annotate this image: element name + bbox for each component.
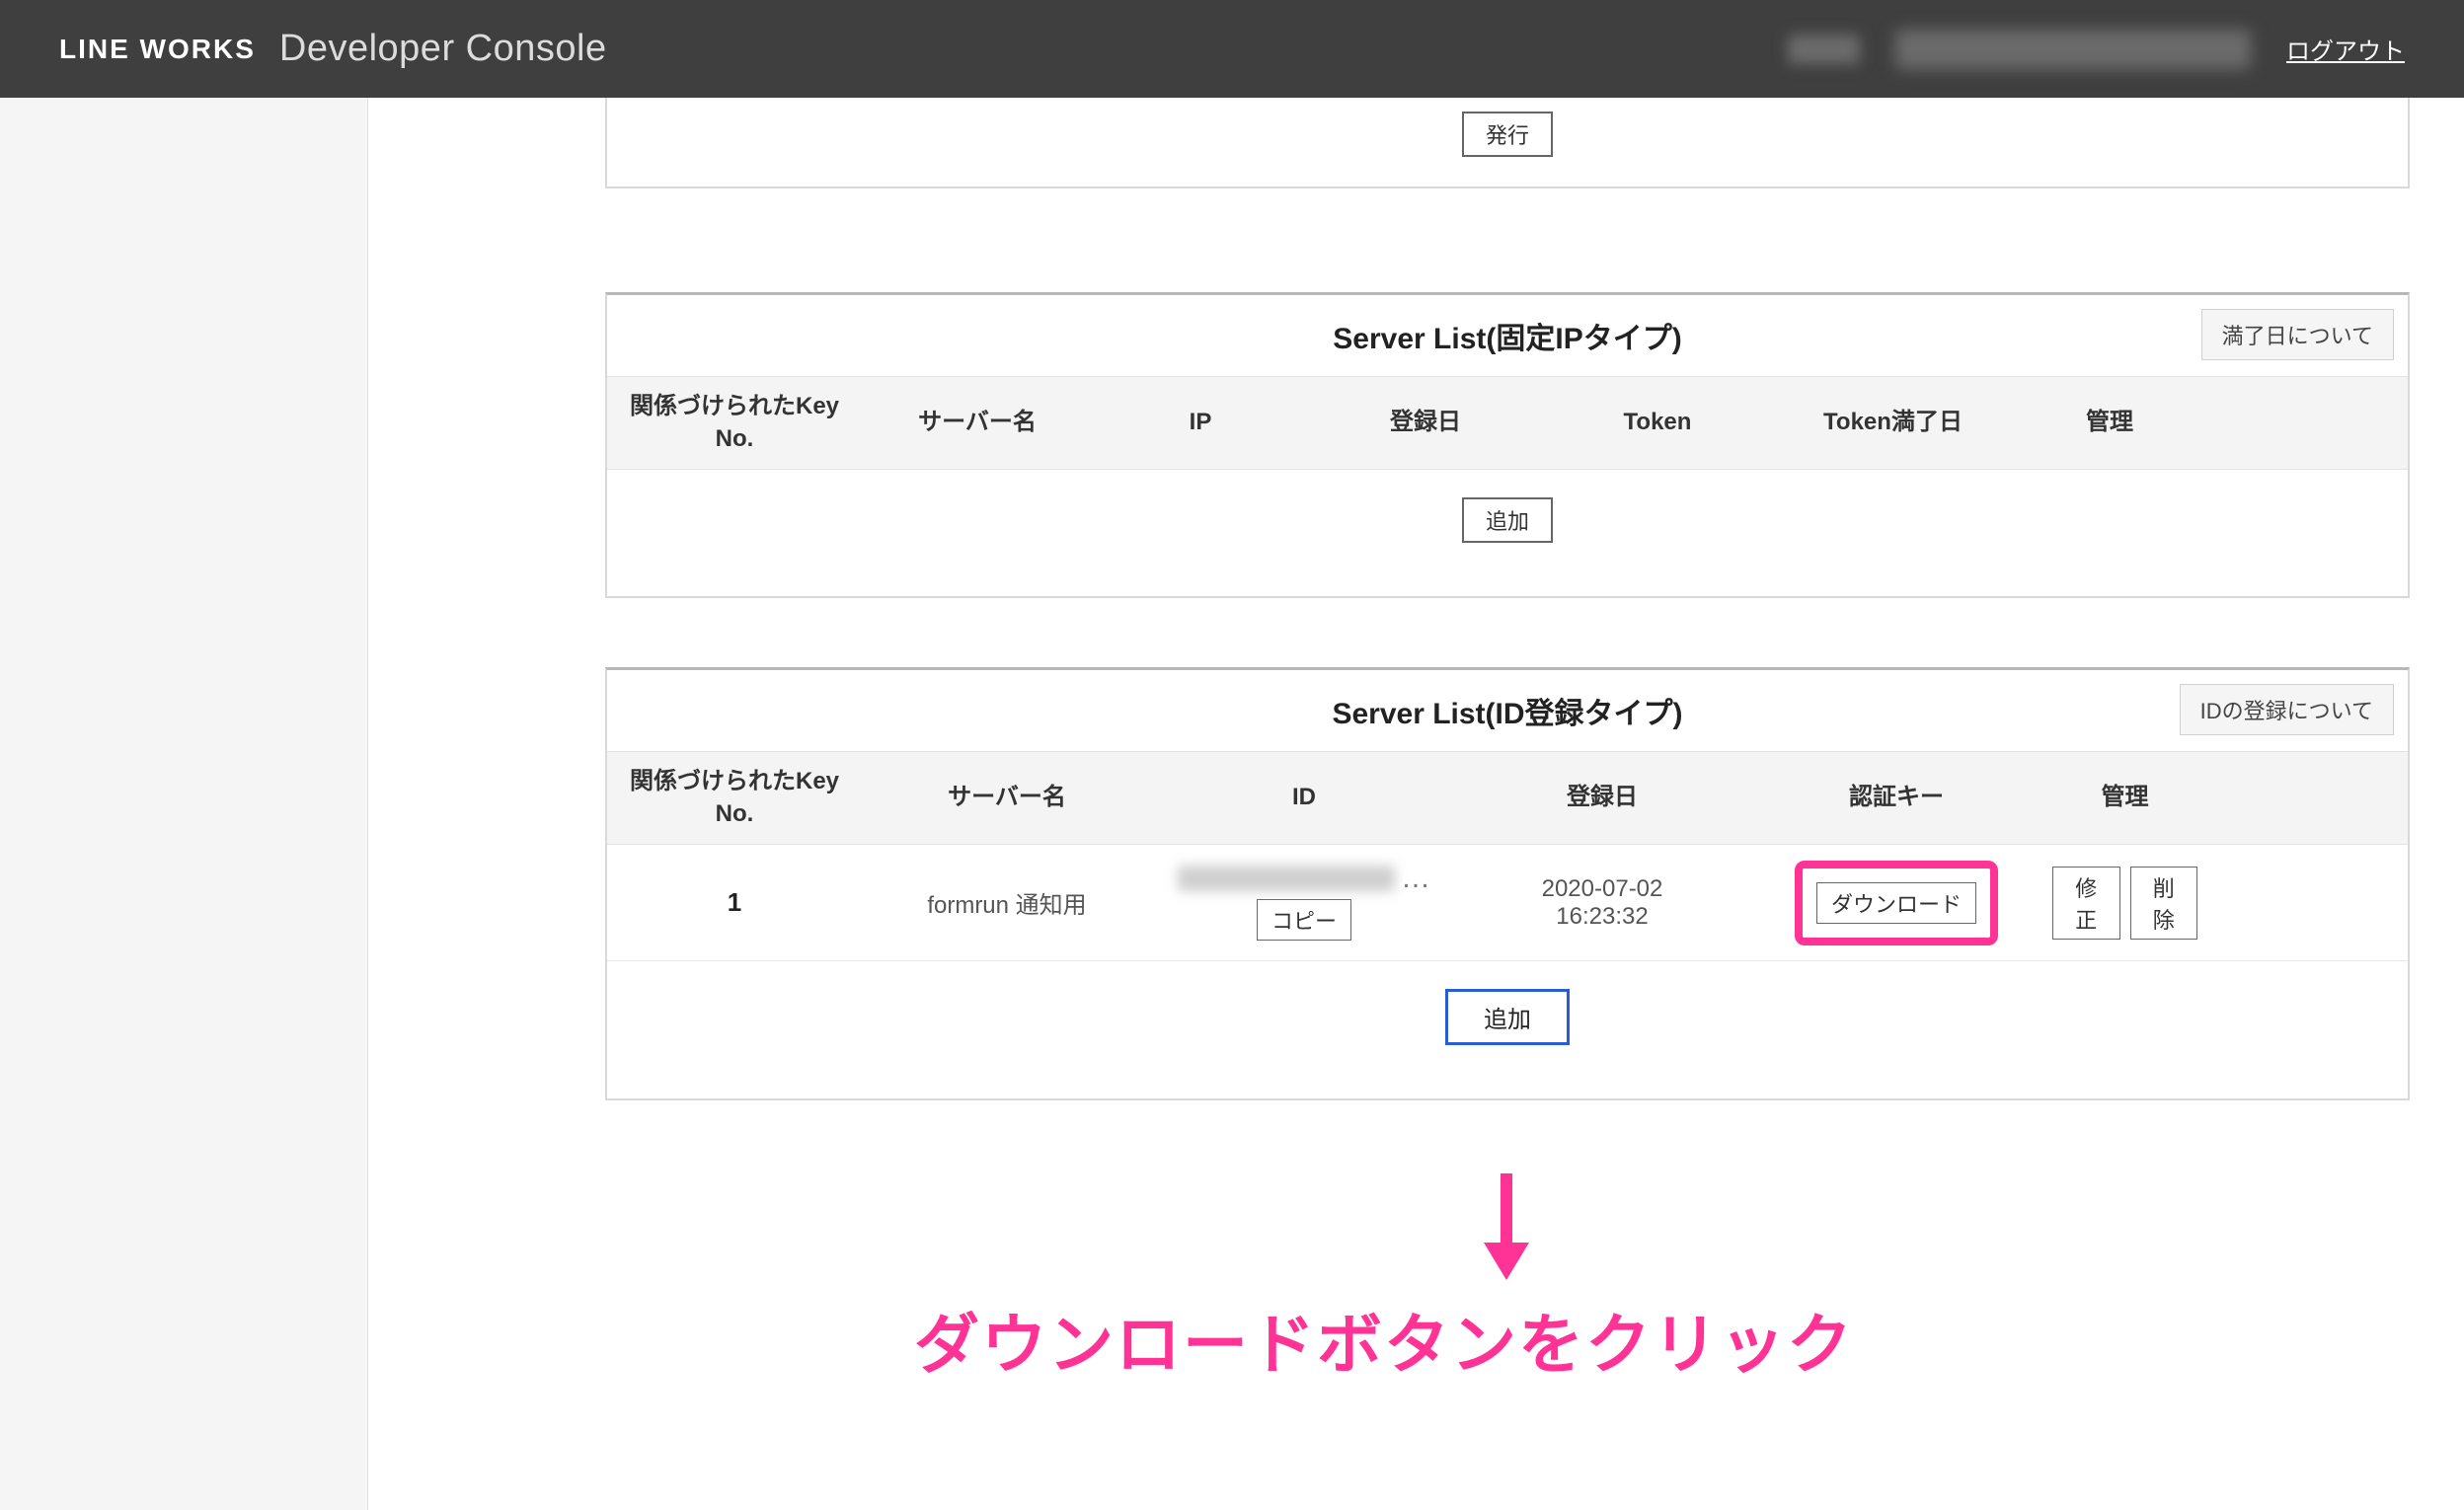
col-ip-header: IP	[1093, 407, 1308, 438]
delete-button[interactable]: 削除	[2130, 867, 2198, 940]
idreg-card-header: Server List(ID登録タイプ) IDの登録について	[607, 670, 2408, 751]
issue-card: 発行	[605, 98, 2410, 189]
annotation-text: ダウンロードボタンをクリック	[914, 1292, 1854, 1387]
col-server-header: サーバー名	[862, 407, 1093, 438]
fixed-card-header: Server List(固定IPタイプ) 満了日について	[607, 295, 2408, 376]
table-row: 1 formrun 通知用 … コピー 2020-07-02 16:23:32	[607, 845, 2408, 961]
app-header: LINE WORKS Developer Console ログアウト	[0, 0, 2464, 98]
copy-button[interactable]: コピー	[1257, 899, 1351, 941]
idreg-help-button[interactable]: IDの登録について	[2180, 684, 2394, 735]
logout-link[interactable]: ログアウト	[2286, 32, 2405, 66]
fixed-table-header: 関係づけられたKey No. サーバー名 IP 登録日 Token Token満…	[607, 376, 2408, 470]
user-info-redacted-icon	[1788, 35, 1860, 64]
idreg-col-authkey-header: 認証キー	[1748, 782, 2044, 813]
idreg-add-button[interactable]: 追加	[1445, 989, 1570, 1045]
idreg-col-manage-header: 管理	[2044, 782, 2205, 813]
col-manage-header: 管理	[2014, 407, 2205, 438]
col-tokendate-header: Token満了日	[1772, 407, 2014, 438]
issue-button[interactable]: 発行	[1462, 112, 1553, 157]
row-id-redacted	[1178, 866, 1395, 891]
brand-logo: LINE WORKS	[59, 34, 256, 65]
row-authkey-cell: ダウンロード	[1748, 861, 2044, 945]
col-keyno-header: 関係づけられたKey No.	[607, 391, 862, 455]
row-manage-cell: 修正 削除	[2044, 867, 2205, 940]
row-server-name: formrun 通知用	[862, 885, 1152, 920]
download-highlight-box: ダウンロード	[1795, 861, 1998, 945]
idreg-card-title: Server List(ID登録タイプ)	[1332, 689, 1682, 732]
main-content: 発行 Server List(固定IPタイプ) 満了日について 関係づけられたK…	[368, 98, 2464, 1510]
idreg-col-id-header: ID	[1152, 782, 1456, 813]
idreg-col-keyno-header: 関係づけられたKey No.	[607, 766, 862, 830]
sidebar	[0, 98, 368, 1510]
col-token-header: Token	[1543, 407, 1772, 438]
user-info-redacted	[1895, 30, 2251, 69]
expiry-help-button[interactable]: 満了日について	[2201, 309, 2394, 360]
fixed-ip-server-list-card: Server List(固定IPタイプ) 満了日について 関係づけられたKey …	[605, 292, 2410, 598]
ellipsis-icon: …	[1401, 871, 1430, 885]
edit-button[interactable]: 修正	[2052, 867, 2120, 940]
idreg-server-list-card: Server List(ID登録タイプ) IDの登録について 関係づけられたKe…	[605, 667, 2410, 1100]
header-right: ログアウト	[1788, 30, 2405, 69]
row-keyno: 1	[607, 887, 862, 918]
download-button[interactable]: ダウンロード	[1816, 882, 1976, 924]
idreg-table-header: 関係づけられたKey No. サーバー名 ID 登録日 認証キー 管理	[607, 751, 2408, 845]
row-id-cell: … コピー	[1152, 866, 1456, 941]
col-regdate-header: 登録日	[1308, 407, 1543, 438]
idreg-col-server-header: サーバー名	[862, 782, 1152, 813]
annotation-arrow-icon	[1479, 1173, 1534, 1280]
idreg-col-regdate-header: 登録日	[1456, 782, 1748, 813]
console-title: Developer Console	[279, 28, 607, 70]
fixed-add-button[interactable]: 追加	[1462, 497, 1553, 543]
fixed-card-title: Server List(固定IPタイプ)	[1333, 314, 1681, 357]
row-regdate-time: 16:23:32	[1464, 903, 1740, 931]
row-regdate: 2020-07-02 16:23:32	[1456, 875, 1748, 931]
row-regdate-date: 2020-07-02	[1464, 875, 1740, 903]
